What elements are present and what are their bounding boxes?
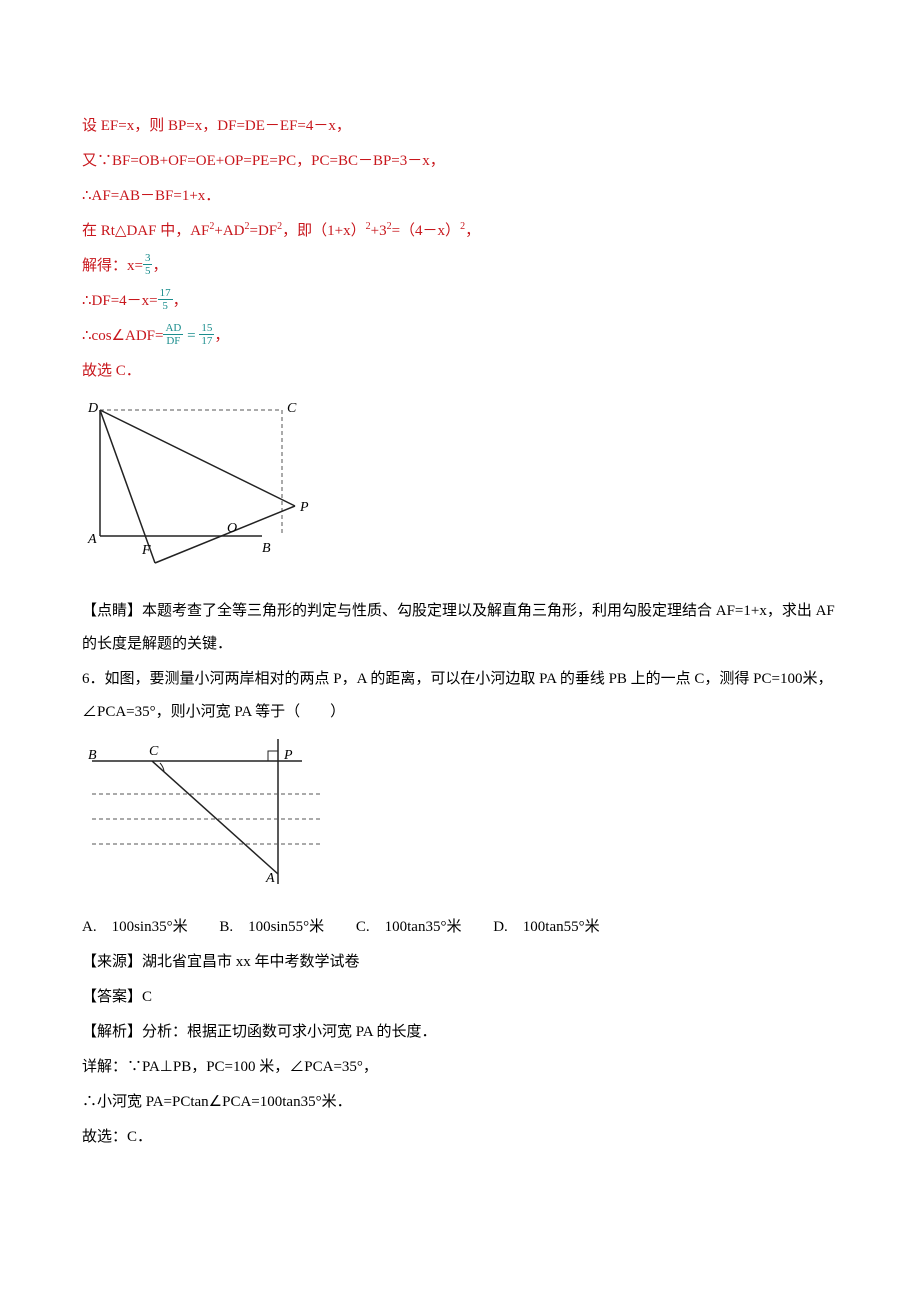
- dianjing-text: 【点睛】本题考查了全等三角形的判定与性质、勾股定理以及解直角三角形，利用勾股定理…: [82, 595, 838, 661]
- svg-text:O: O: [227, 521, 237, 536]
- detail-2: ∴小河宽 PA=PCtan∠PCA=100tan35°米．: [82, 1086, 838, 1119]
- sol-line-5: 解得：x=35，: [82, 250, 838, 283]
- numerator: 3: [143, 252, 153, 265]
- option-a: A. 100sin35°米: [82, 919, 188, 935]
- text: 在 Rt△DAF 中，AF: [82, 223, 209, 239]
- svg-text:E: E: [148, 566, 158, 568]
- source-text: 【来源】湖北省宜昌市 xx 年中考数学试卷: [82, 946, 838, 979]
- fraction: 35: [143, 252, 153, 277]
- text: +AD: [214, 223, 244, 239]
- text: =（4－x）: [392, 223, 460, 239]
- svg-text:D: D: [87, 401, 98, 416]
- sol-line-3: ∴AF=AB－BF=1+x．: [82, 180, 838, 213]
- svg-text:C: C: [149, 744, 159, 759]
- sol-line-7: ∴cos∠ADF=ADDF = 1517，: [82, 320, 838, 353]
- svg-text:F: F: [141, 543, 151, 558]
- numerator: 15: [199, 322, 214, 335]
- svg-text:P: P: [299, 500, 309, 515]
- answer-text: 【答案】C: [82, 981, 838, 1014]
- svg-text:A: A: [87, 532, 97, 547]
- sol-line-1: 设 EF=x，则 BP=x，DF=DE－EF=4－x，: [82, 110, 838, 143]
- question-6-stem: 6．如图，要测量小河两岸相对的两点 P，A 的距离，可以在小河边取 PA 的垂线…: [82, 663, 838, 729]
- text: ，: [152, 258, 167, 274]
- detail-1: 详解：∵PA⊥PB，PC=100 米，∠PCA=35°，: [82, 1051, 838, 1084]
- detail-3: 故选：C．: [82, 1121, 838, 1154]
- sol-line-8: 故选 C．: [82, 355, 838, 388]
- svg-text:P: P: [283, 748, 293, 763]
- svg-text:A: A: [265, 871, 275, 884]
- figure-triangle-dcp: D C A F E O B P: [82, 398, 838, 581]
- question-6-options: A. 100sin35°米 B. 100sin55°米 C. 100tan35°…: [82, 911, 838, 944]
- option-c: C. 100tan35°米: [356, 919, 462, 935]
- sol-line-2: 又∵BF=OB+OF=OE+OP=PE=PC，PC=BC－BP=3－x，: [82, 145, 838, 178]
- denominator: 17: [199, 335, 214, 347]
- svg-text:B: B: [262, 541, 271, 556]
- figure-river: B C P A: [82, 739, 838, 897]
- option-b: B. 100sin55°米: [219, 919, 324, 935]
- sol-line-4: 在 Rt△DAF 中，AF2+AD2=DF2，即（1+x）2+32=（4－x）2…: [82, 215, 838, 248]
- svg-text:B: B: [88, 748, 97, 763]
- text: 解得：x=: [82, 258, 143, 274]
- fraction: 175: [158, 287, 173, 312]
- text: ，: [465, 223, 480, 239]
- denominator: 5: [143, 265, 153, 277]
- svg-text:C: C: [287, 401, 297, 416]
- text: ∴DF=4－x=: [82, 293, 158, 309]
- sol-line-6: ∴DF=4－x=175，: [82, 285, 838, 318]
- numerator: 17: [158, 287, 173, 300]
- text: ，即（1+x）: [282, 223, 365, 239]
- denominator: DF: [163, 335, 183, 347]
- text: ，: [214, 328, 229, 344]
- text: =DF: [250, 223, 278, 239]
- text: ∴cos∠ADF=: [82, 328, 163, 344]
- fraction: 1517: [199, 322, 214, 347]
- option-d: D. 100tan55°米: [493, 919, 599, 935]
- text: =: [183, 328, 199, 344]
- numerator: AD: [163, 322, 183, 335]
- text: ，: [173, 293, 188, 309]
- analysis-text: 【解析】分析：根据正切函数可求小河宽 PA 的长度．: [82, 1016, 838, 1049]
- fraction: ADDF: [163, 322, 183, 347]
- denominator: 5: [158, 300, 173, 312]
- text: +3: [371, 223, 387, 239]
